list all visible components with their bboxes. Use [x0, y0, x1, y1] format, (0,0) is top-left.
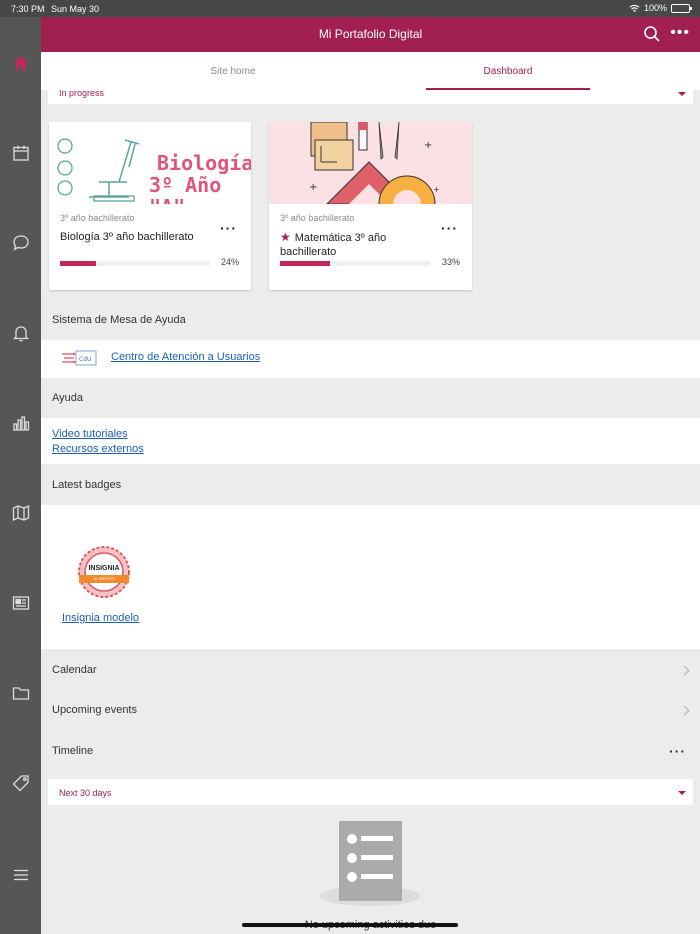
svg-text:CdU: CdU	[79, 356, 91, 363]
badge-name-link[interactable]: Insignia modelo	[62, 612, 139, 624]
main-content: In progress Biología 3º Año "A" 3º año b…	[41, 90, 700, 934]
chevron-down-icon	[678, 791, 686, 795]
helpdesk-logo-icon: CdU	[62, 350, 97, 366]
course-name-text: Matemática 3º año bachillerato	[280, 232, 387, 258]
course-image-title: Biología	[157, 151, 251, 175]
badge-subtext: AL MERITO	[93, 576, 115, 581]
course-name[interactable]: ★ Matemática 3º año bachillerato	[280, 230, 420, 259]
chat-icon[interactable]	[0, 225, 41, 261]
course-category: 3º año bachillerato	[280, 213, 355, 223]
progress-label: 33%	[441, 257, 460, 267]
calendar-label: Calendar	[52, 664, 97, 676]
news-icon[interactable]	[0, 585, 41, 621]
more-options-icon[interactable]: •••	[670, 23, 690, 43]
app-title: Mi Portafolio Digital	[318, 27, 423, 41]
menu-icon[interactable]	[0, 857, 41, 893]
course-image: + + +	[269, 122, 472, 204]
chart-icon[interactable]	[0, 405, 41, 441]
progress-fill	[280, 261, 330, 266]
upcoming-events-row[interactable]: Upcoming events	[41, 690, 700, 730]
status-time: 7:30 PM	[11, 4, 45, 14]
folder-icon[interactable]	[0, 675, 41, 711]
course-card[interactable]: Biología 3º Año "A" 3º año bachillerato …	[49, 122, 251, 290]
course-image: Biología 3º Año "A"	[49, 122, 251, 204]
app-header: Mi Portafolio Digital •••	[41, 17, 700, 52]
chevron-down-icon	[678, 92, 686, 96]
tab-bar: Site home Dashboard	[41, 52, 700, 90]
map-icon[interactable]	[0, 495, 41, 531]
sidebar	[0, 17, 41, 934]
status-right: 100%	[629, 3, 692, 13]
course-menu-icon[interactable]: ···	[441, 220, 458, 236]
badge-text: INSIGNIA	[88, 565, 120, 572]
timeline-filter-value: Next 30 days	[59, 788, 112, 798]
geometry-tools-image: + + +	[309, 122, 440, 204]
course-filter-dropdown[interactable]: In progress	[48, 90, 693, 104]
badge-image[interactable]: INSIGNIA AL MERITO	[77, 545, 131, 599]
tab-dashboard[interactable]: Dashboard	[426, 52, 590, 90]
helpdesk-block: CdU Centro de Atención a Usuarios	[41, 340, 700, 378]
svg-text:+: +	[433, 185, 440, 194]
timeline-filter-dropdown[interactable]: Next 30 days	[48, 779, 693, 805]
progress-label: 24%	[220, 257, 239, 267]
timeline-menu-icon[interactable]: ···	[669, 743, 686, 759]
home-indicator	[242, 923, 458, 927]
course-card[interactable]: + + + 3º año bachillerato ★ Matemática 3º…	[269, 122, 472, 290]
tab-site-home[interactable]: Site home	[151, 52, 315, 90]
course-filter-value: In progress	[59, 90, 105, 98]
calendar-row[interactable]: Calendar	[41, 650, 700, 690]
tag-icon[interactable]	[0, 765, 41, 801]
chevron-right-icon	[679, 665, 690, 675]
helpdesk-link[interactable]: Centro de Atención a Usuarios	[111, 351, 260, 363]
search-icon[interactable]	[642, 24, 662, 44]
chevron-right-icon	[679, 705, 690, 715]
wifi-icon	[629, 4, 640, 12]
video-tutorials-link[interactable]: Video tutoriales	[52, 428, 128, 440]
course-image-subtitle: 3º Año "A"	[149, 173, 222, 204]
progress-bar	[60, 261, 210, 266]
upcoming-events-label: Upcoming events	[52, 704, 137, 716]
home-icon[interactable]	[0, 45, 41, 81]
external-resources-link[interactable]: Recursos externos	[52, 443, 144, 455]
helpdesk-block-title: Sistema de Mesa de Ayuda	[41, 300, 700, 340]
svg-text:+: +	[424, 140, 432, 151]
course-category: 3º año bachillerato	[60, 213, 135, 223]
star-icon: ★	[280, 230, 291, 244]
timeline-row: Timeline ···	[41, 731, 700, 771]
svg-text:+: +	[309, 182, 317, 193]
calendar-icon[interactable]	[0, 135, 41, 171]
progress-bar	[280, 261, 430, 266]
battery-icon	[671, 3, 692, 13]
badges-block: INSIGNIA AL MERITO Insignia modelo	[41, 505, 700, 649]
empty-list-icon	[320, 821, 420, 906]
course-name[interactable]: Biología 3º año bachillerato	[60, 230, 210, 244]
status-date: Sun May 30	[51, 4, 100, 14]
help-block: Video tutoriales Recursos externos	[41, 418, 700, 464]
progress-fill	[60, 261, 96, 266]
battery-percent: 100%	[643, 3, 667, 13]
help-block-title: Ayuda	[41, 378, 700, 418]
status-bar: 7:30 PM Sun May 30 100%	[0, 0, 700, 17]
timeline-label: Timeline	[52, 745, 94, 757]
badges-block-title: Latest badges	[41, 465, 700, 505]
course-menu-icon[interactable]: ···	[220, 220, 237, 236]
bell-icon[interactable]	[0, 315, 41, 351]
